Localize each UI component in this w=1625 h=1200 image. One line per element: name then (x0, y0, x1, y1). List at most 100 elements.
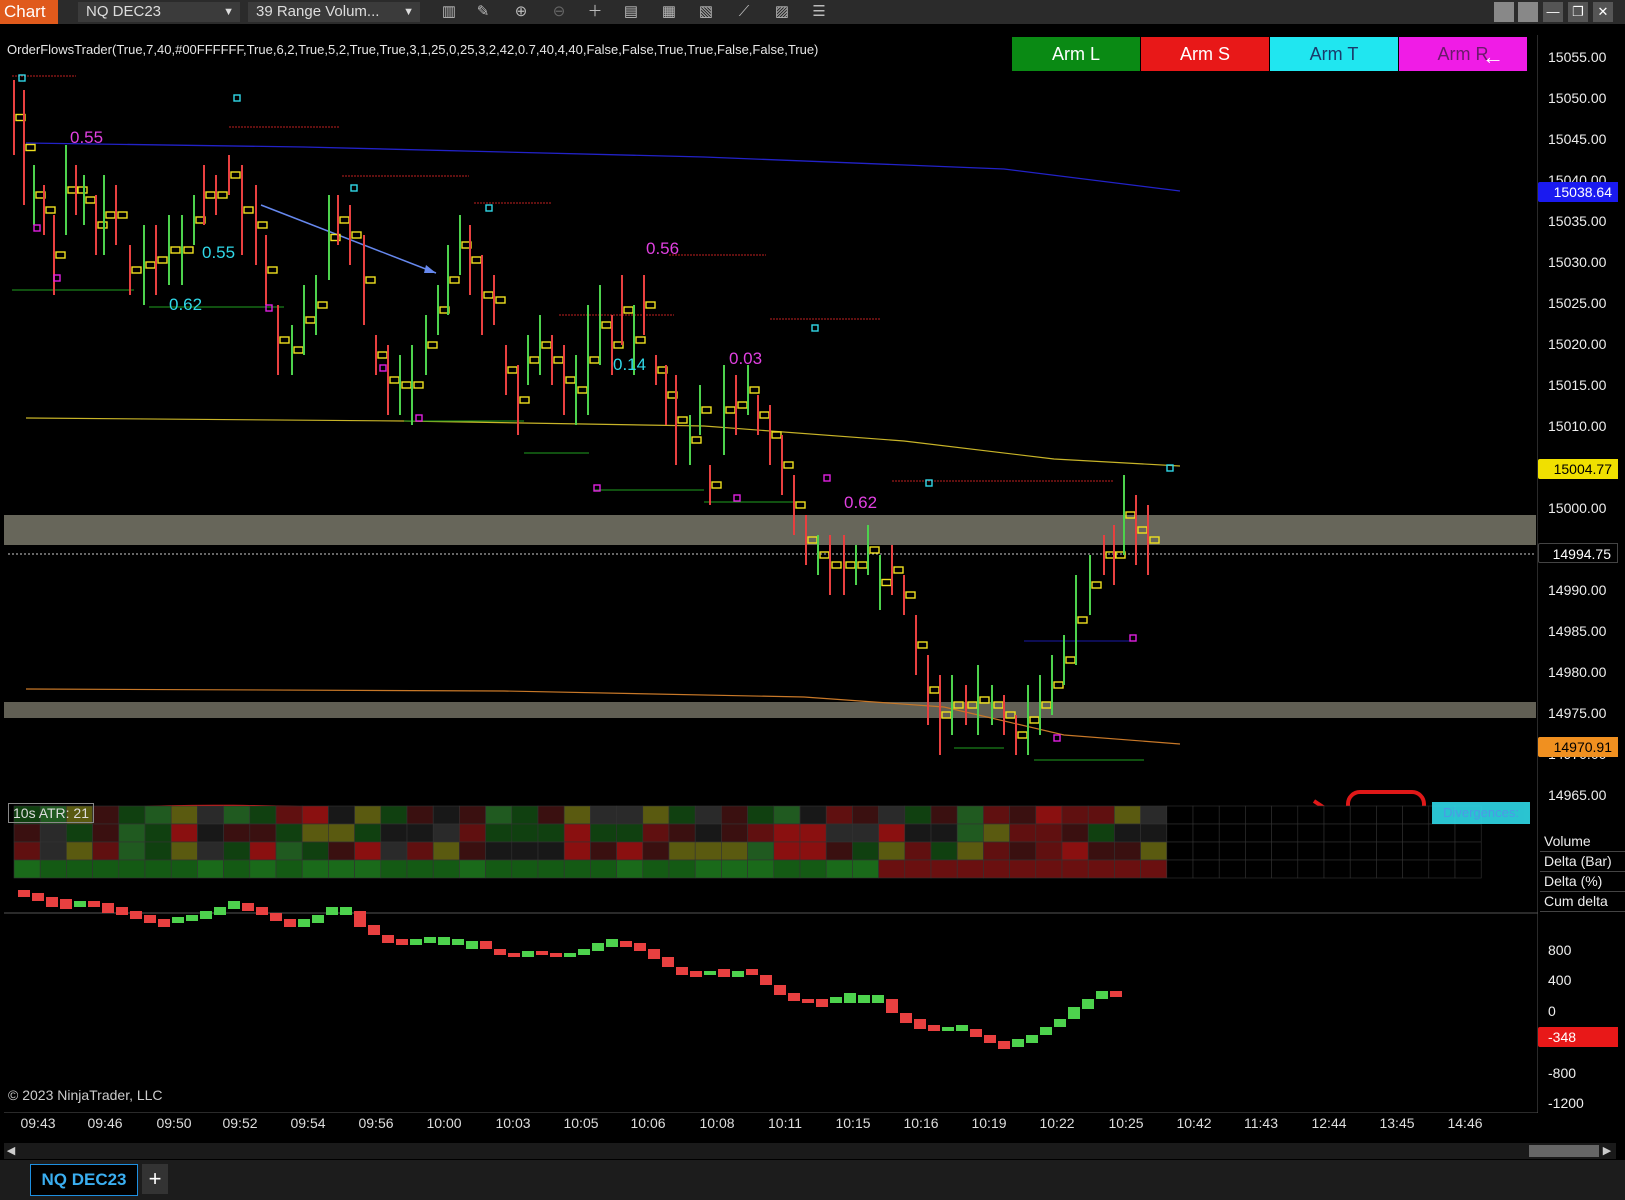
delta-candle (928, 1025, 940, 1031)
grid-cell (118, 859, 146, 879)
delta-candle (508, 953, 520, 957)
delta-candle (886, 999, 898, 1013)
zoom-out-icon[interactable]: ⊖ (550, 3, 568, 21)
add-tab-button[interactable]: + (142, 1164, 168, 1194)
delta-candle (340, 907, 352, 915)
grid-cell (930, 805, 958, 825)
delta-candle (312, 915, 324, 923)
time-axis[interactable]: 09:43 09:46 09:50 09:52 09:54 09:56 10:00 10:03… (4, 1113, 1538, 1137)
grid-cell (249, 859, 277, 879)
grid-cell (328, 859, 355, 879)
grid-cell (956, 823, 984, 843)
poc-marker (553, 356, 564, 364)
grid-cell (328, 805, 355, 825)
grid-cell (432, 841, 460, 861)
grid-cell (983, 859, 1010, 879)
chevron-down-icon: ▼ (223, 6, 234, 18)
zoom-in-icon[interactable]: ⊕ (512, 3, 530, 21)
price-tick: 14985.00 (1548, 623, 1607, 639)
grid-cell (406, 823, 434, 843)
poc-marker (205, 191, 216, 199)
time-tick: 10:08 (699, 1115, 735, 1131)
grid-cell (825, 805, 853, 825)
poc-marker (749, 386, 760, 394)
poc-marker (905, 591, 916, 599)
delta-candle (228, 901, 240, 909)
price-chart[interactable]: 0.55 0.55 0.62 0.56 0.14 0.03 0.62 (4, 35, 1538, 1113)
delta-candle (144, 915, 156, 923)
indicators-icon[interactable]: ▦ (660, 3, 678, 21)
poc-marker (317, 301, 328, 309)
poc-marker (541, 341, 552, 349)
grid-cell (301, 859, 329, 879)
poc-marker (929, 686, 940, 694)
delta-axis[interactable]: 800 400 0 -348 -800 -1200 (1538, 910, 1625, 1111)
properties-icon[interactable]: ☰ (810, 3, 828, 21)
grid-cell (852, 859, 879, 879)
delta-candle (1054, 1019, 1066, 1027)
delta-candle (550, 953, 562, 957)
strategies-icon[interactable]: ▧ (697, 3, 715, 21)
close-button[interactable]: ✕ (1593, 2, 1613, 22)
delta-candle (662, 957, 674, 967)
delta-candle (326, 907, 338, 915)
minimize-button[interactable]: — (1543, 2, 1563, 22)
grid-cell (930, 841, 958, 861)
grid-cell (459, 805, 486, 825)
instrument-selector[interactable]: NQ DEC23 ▼ (78, 2, 240, 22)
horizontal-scrollbar[interactable]: ◀ ▶ (4, 1143, 1616, 1159)
poc-marker (623, 306, 634, 314)
grid-cell (773, 841, 801, 861)
poc-marker (869, 546, 880, 554)
poc-marker (217, 191, 228, 199)
grid-cell (668, 823, 696, 843)
grid-cell (694, 823, 722, 843)
scroll-thumb[interactable] (1529, 1145, 1599, 1157)
grid-cell (144, 805, 172, 825)
bar-type-selector[interactable]: 39 Range Volum... ▼ (248, 2, 420, 22)
chart-window-tab[interactable]: Chart (0, 0, 58, 24)
grid-cell (1245, 823, 1272, 843)
poc-marker (857, 561, 868, 569)
drawing-tools-icon[interactable]: ⟋ (735, 3, 753, 21)
crosshair-icon[interactable]: ＋ (586, 3, 604, 21)
grid-cell (1114, 841, 1141, 861)
poc-marker (145, 261, 156, 269)
grid-cell (1402, 841, 1430, 861)
grid-cell (197, 823, 224, 843)
delta-candle (32, 893, 44, 901)
grid-cell (878, 823, 906, 843)
grid-cell (825, 859, 853, 879)
grid-cell (301, 823, 329, 843)
ratio-annotation: 0.14 (613, 355, 646, 374)
grid-cell (1271, 841, 1299, 861)
templates-icon[interactable]: ▨ (773, 3, 791, 21)
scroll-right-icon[interactable]: ▶ (1600, 1143, 1614, 1159)
grid-cell (1349, 859, 1377, 879)
ratio-annotation: 0.56 (646, 239, 679, 258)
grid-cell (485, 823, 513, 843)
grid-cell (432, 823, 460, 843)
grid-cell (144, 823, 172, 843)
tab-nq-dec23[interactable]: NQ DEC23 (30, 1164, 138, 1196)
scroll-left-icon[interactable]: ◀ (4, 1143, 18, 1159)
pencil-icon[interactable]: ✎ (474, 3, 492, 21)
price-axis[interactable]: 15055.00 15050.00 15045.00 15040.00 15035.00… (1538, 35, 1625, 815)
grid-cell (983, 805, 1010, 825)
time-tick: 10:22 (1039, 1115, 1075, 1131)
data-box-icon[interactable]: ▤ (622, 3, 640, 21)
price-tick: 15015.00 (1548, 377, 1607, 393)
poc-marker (427, 341, 438, 349)
window-pin-button[interactable] (1494, 2, 1514, 22)
delta-candle (732, 971, 744, 977)
grid-cell (1349, 841, 1377, 861)
window-snap-button[interactable] (1518, 2, 1538, 22)
time-tick: 10:06 (630, 1115, 666, 1131)
grid-cell (616, 805, 644, 825)
grid-cell (1061, 805, 1089, 825)
grid-cell (1218, 859, 1246, 879)
poc-marker (577, 386, 588, 394)
bar-chart-icon[interactable]: ▥ (440, 3, 458, 21)
maximize-button[interactable]: ❐ (1568, 2, 1588, 22)
grid-cell (721, 823, 748, 843)
